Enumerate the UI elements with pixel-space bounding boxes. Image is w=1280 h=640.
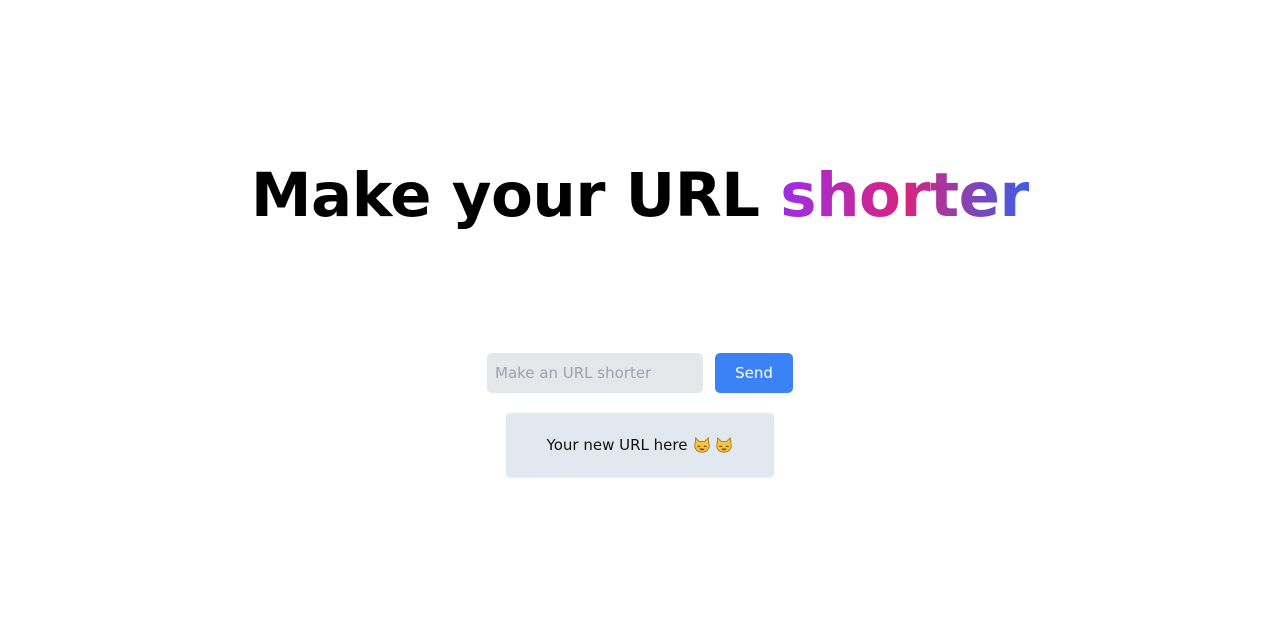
page-title-main: Make your URL [250, 160, 781, 231]
url-input[interactable] [487, 353, 703, 393]
page-title: Make your URL shorter [0, 156, 1280, 236]
page: Make your URL shorter Send Your new URL … [0, 0, 1280, 640]
page-title-accent: shorter [780, 160, 1030, 231]
cat-face-icon [716, 436, 733, 453]
shorten-form: Send [487, 353, 793, 393]
send-button[interactable]: Send [715, 353, 793, 393]
cat-face-icon [694, 436, 711, 453]
result-text: Your new URL here [546, 436, 688, 454]
result-box: Your new URL here [506, 413, 774, 477]
